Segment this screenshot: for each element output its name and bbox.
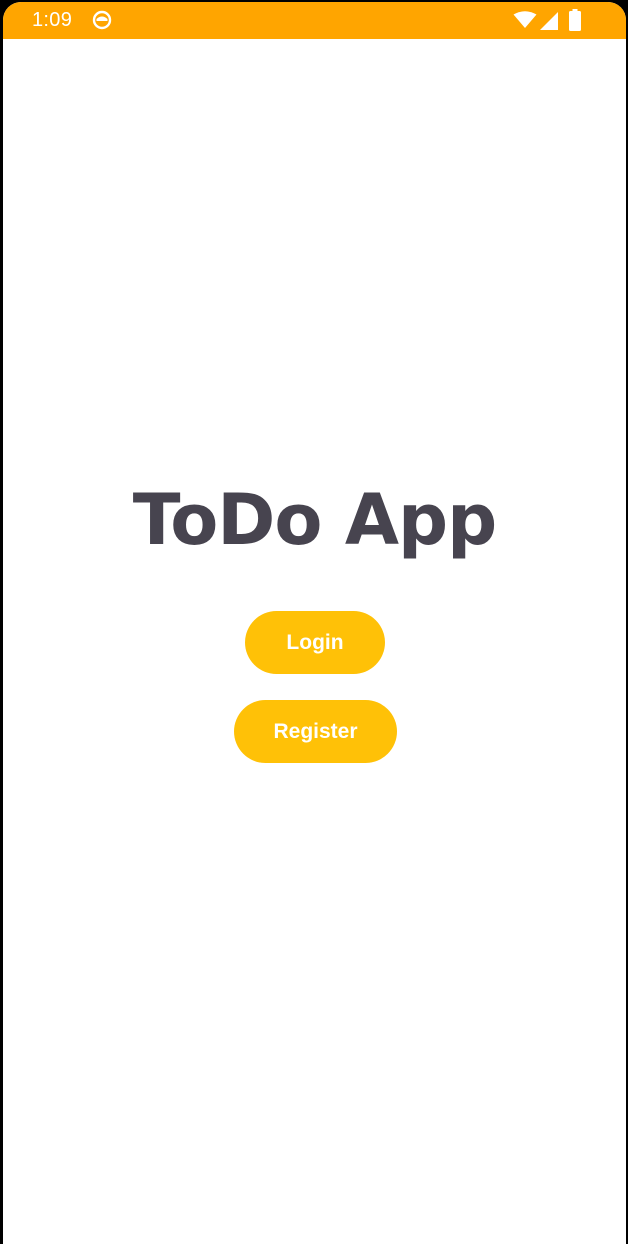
wifi-icon [513, 11, 537, 29]
app-notification-icon [92, 10, 112, 30]
register-button[interactable]: Register [234, 700, 397, 763]
cellular-signal-icon [539, 11, 559, 31]
status-bar: 1:09 [3, 2, 626, 39]
status-time: 1:09 [32, 9, 73, 31]
battery-icon [569, 9, 581, 31]
app-title: ToDo App [132, 479, 498, 561]
login-button[interactable]: Login [245, 611, 385, 674]
phone-screen: 1:09 ToDo App Login Register [3, 2, 626, 1244]
main-content: ToDo App Login Register [3, 39, 626, 1244]
